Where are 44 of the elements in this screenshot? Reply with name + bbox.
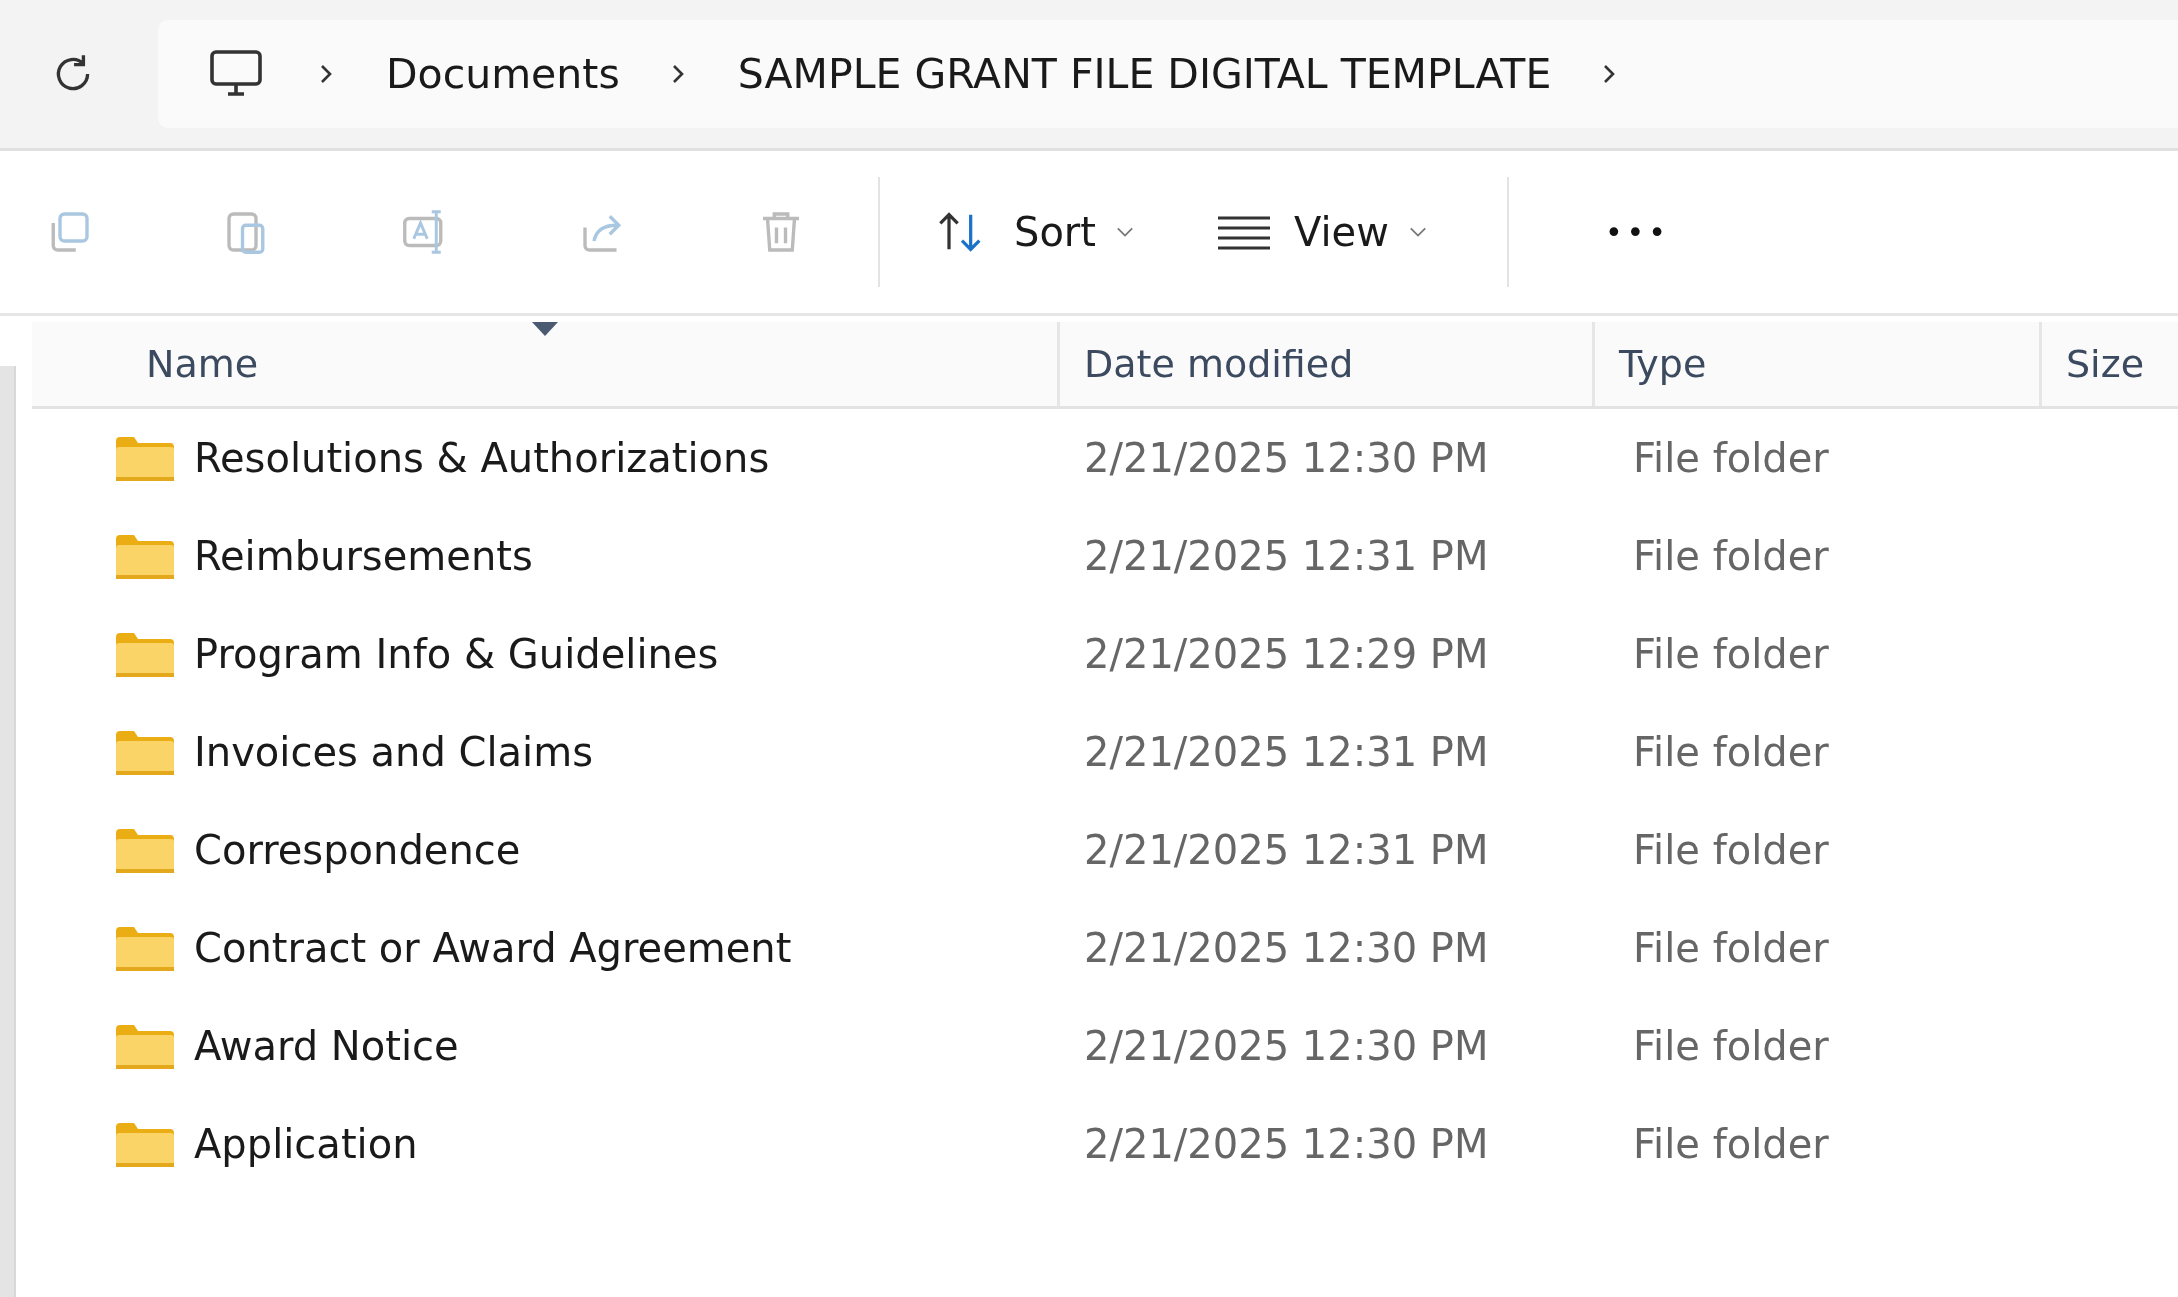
column-header[interactable]: Name: [32, 322, 1060, 406]
folder-icon: [116, 925, 174, 971]
file-name[interactable]: Application: [194, 1121, 418, 1167]
folder-icon: [116, 729, 174, 775]
folder-icon: [116, 533, 174, 579]
date-cell-text: 2/21/2025 12:30 PM: [1083, 1121, 1490, 1167]
type-cell-text: File folder: [1632, 729, 1829, 775]
folder-icon: [116, 435, 174, 481]
date-cell-text: 2/21/2025 12:31 PM: [1083, 533, 1490, 579]
folder-icon: [116, 1121, 174, 1167]
sort-button[interactable]: Sort: [930, 206, 1134, 258]
file-name[interactable]: Resolutions & Authorizations: [194, 435, 770, 481]
date-cell-text: 2/21/2025 12:31 PM: [1083, 827, 1490, 873]
column-header[interactable]: Size: [2042, 322, 2178, 406]
breadcrumb-item[interactable]: Documents: [386, 50, 620, 98]
folder-icon: [116, 827, 174, 873]
type-cell-text: File folder: [1632, 631, 1829, 677]
type-cell-text: File folder: [1632, 533, 1829, 579]
date-cell-text: 2/21/2025 12:30 PM: [1083, 925, 1490, 971]
date-cell-text: 2/21/2025 12:29 PM: [1083, 631, 1490, 677]
file-name[interactable]: Correspondence: [194, 827, 521, 873]
file-name[interactable]: Reimbursements: [194, 533, 533, 579]
view-button[interactable]: View: [1214, 209, 1427, 255]
file-name[interactable]: Invoices and Claims: [194, 729, 593, 775]
file-name[interactable]: Award Notice: [194, 1023, 459, 1069]
column-header[interactable]: Date modified: [1060, 322, 1595, 406]
column-header[interactable]: Type: [1595, 322, 2042, 406]
type-cell-text: File folder: [1632, 435, 1829, 481]
more-button[interactable]: •••: [1598, 213, 1676, 251]
date-cell-text: 2/21/2025 12:30 PM: [1083, 1023, 1490, 1069]
type-cell-text: File folder: [1632, 827, 1829, 873]
date-cell-text: 2/21/2025 12:31 PM: [1083, 729, 1490, 775]
address-bar[interactable]: Documents SAMPLE GRANT FILE DIGITAL TEMPLATE: [158, 20, 2178, 128]
chevron-down-icon: [1116, 226, 1134, 238]
type-cell-text: File folder: [1632, 925, 1829, 971]
folder-icon: [116, 631, 174, 677]
file-name[interactable]: Contract or Award Agreement: [194, 925, 792, 971]
type-cell-text: File folder: [1632, 1023, 1829, 1069]
type-cell-text: File folder: [1632, 1121, 1829, 1167]
folder-icon: [116, 1023, 174, 1069]
chevron-down-icon: [1408, 226, 1427, 238]
file-name[interactable]: Program Info & Guidelines: [194, 631, 719, 677]
date-cell-text: 2/21/2025 12:30 PM: [1083, 435, 1490, 481]
breadcrumb-item[interactable]: SAMPLE GRANT FILE DIGITAL TEMPLATE: [737, 50, 1552, 98]
